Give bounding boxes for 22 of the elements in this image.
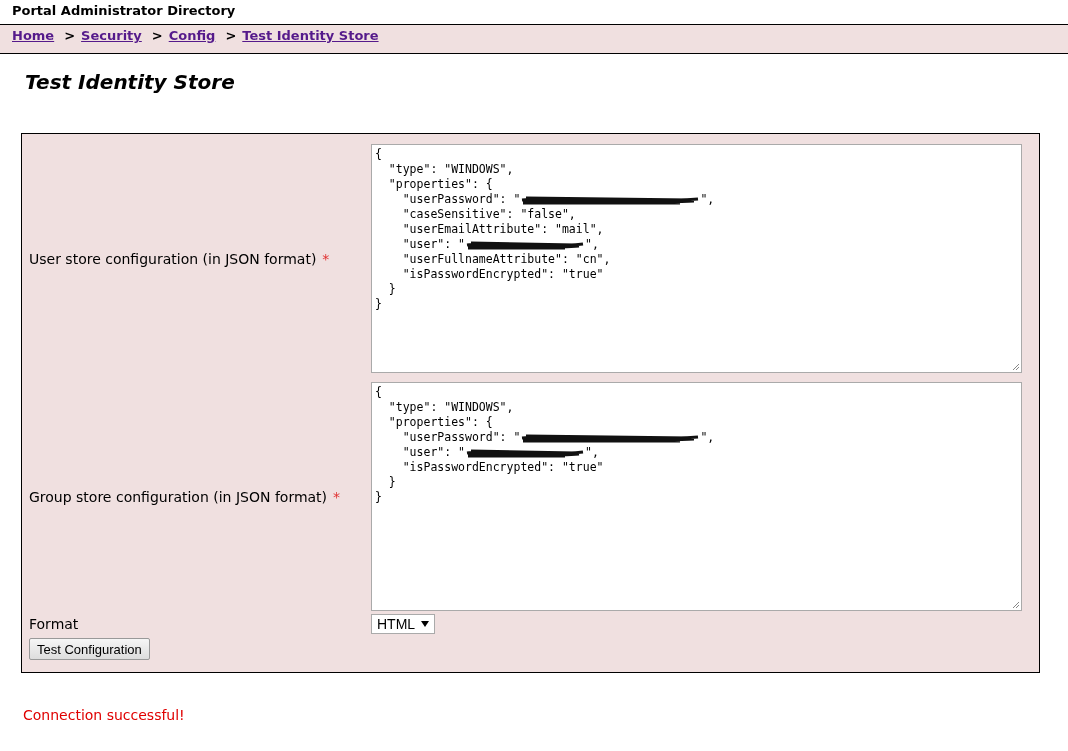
caret-icon <box>421 621 430 627</box>
required-mark: * <box>333 488 341 505</box>
required-mark: * <box>322 250 330 267</box>
resize-grip-icon[interactable] <box>1012 601 1020 609</box>
breadcrumb-link[interactable]: Home <box>12 28 55 43</box>
breadcrumb-link[interactable]: Test Identity Store <box>242 28 379 43</box>
format-select[interactable]: HTML <box>371 614 436 634</box>
json-field[interactable]: { "type": "WINDOWS", "properties": { "userPassword": " ", "user": " ", "isPasswordEncrypted": "true" } } <box>371 382 1022 611</box>
field-label: Format <box>29 616 79 632</box>
test-configuration-button[interactable]: Test Configuration <box>29 638 150 660</box>
breadcrumb-separator: > <box>225 28 237 43</box>
field-label: Group store configuration (in JSON format) <box>29 488 328 505</box>
breadcrumb-separator: > <box>64 28 76 43</box>
field-label: User store configuration (in JSON format) <box>29 250 317 267</box>
page-title: Test Identity Store <box>25 70 236 94</box>
breadcrumb-separator: > <box>151 28 163 43</box>
json-field[interactable]: { "type": "WINDOWS", "properties": { "userPassword": " ", "caseSensitive": "false", "userEmailAttribute": "mail", "user": " ", "userFullnameAttribute": "cn", "isPasswordEncrypted": "true" } } <box>371 144 1022 373</box>
app-title: Portal Administrator Directory <box>11 2 237 20</box>
resize-grip-icon[interactable] <box>1012 363 1020 371</box>
status-message: Connection successful! <box>23 707 186 723</box>
breadcrumb-link[interactable]: Config <box>168 28 216 43</box>
breadcrumb-link[interactable]: Security <box>81 28 142 43</box>
